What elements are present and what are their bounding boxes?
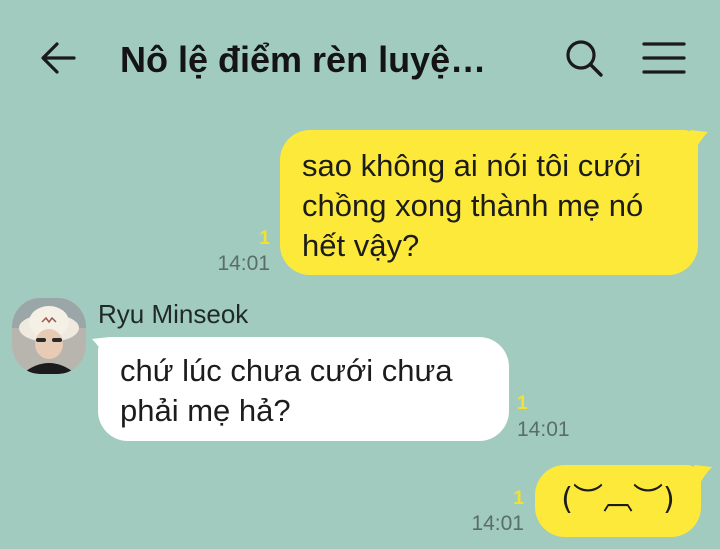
search-icon [566,40,603,77]
bubble-tail [690,130,708,152]
message-line: phải mẹ hả? [120,393,291,428]
read-count: 1 [259,228,270,249]
message-time: 14:01 [217,252,270,275]
message-line: chồng xong thành mẹ nó [302,188,644,223]
read-count: 1 [517,393,528,414]
sender-name: Ryu Minseok [98,299,249,329]
message-line: (︶︹︶) [561,482,675,517]
arrow-left-icon [41,42,76,74]
message-line: sao không ai nói tôi cưới [302,148,642,183]
search-button[interactable] [562,36,606,80]
bubble-tail [694,465,712,487]
outgoing-message-bubble[interactable]: sao không ai nói tôi cưới chồng xong thà… [280,130,698,275]
read-count: 1 [513,488,524,509]
bubble-tail [92,337,110,359]
message-line: hết vậy? [302,228,420,263]
chat-title: Nô lệ điểm rèn luyệ… [120,39,487,80]
menu-button[interactable] [640,36,688,80]
incoming-message-bubble[interactable]: chứ lúc chưa cưới chưa phải mẹ hả? [98,337,509,441]
chat-header: Nô lệ điểm rèn luyệ… [0,0,720,115]
message-time: 14:01 [471,512,524,535]
back-button[interactable] [38,38,78,78]
avatar-image [12,298,86,374]
message-time: 14:01 [517,418,570,441]
hamburger-menu-icon [642,42,686,74]
message-line: chứ lúc chưa cưới chưa [120,353,453,388]
avatar[interactable] [12,298,86,374]
outgoing-message-bubble[interactable]: (︶︹︶) [535,465,701,537]
